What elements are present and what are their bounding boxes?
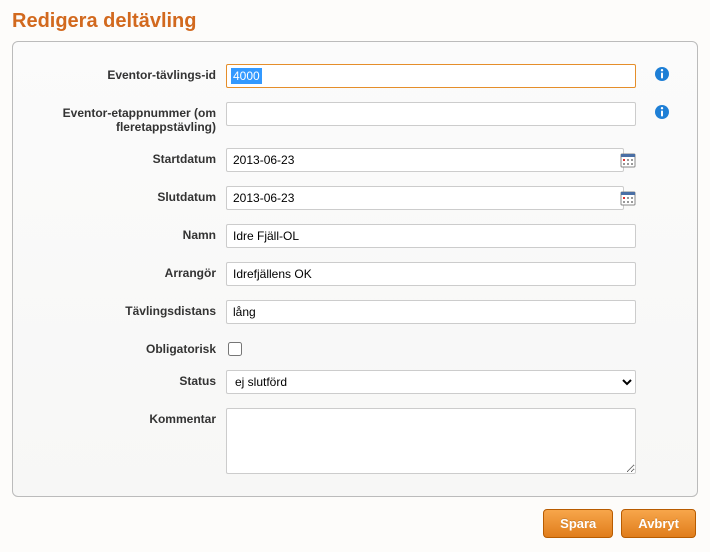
input-end-date[interactable]: [226, 186, 624, 210]
input-start-date[interactable]: [226, 148, 624, 172]
info-icon[interactable]: [654, 66, 670, 82]
calendar-icon[interactable]: [620, 152, 636, 168]
form-panel: Eventor-tävlings-id 4000 Eventor-etappnu…: [12, 41, 698, 497]
calendar-icon[interactable]: [620, 190, 636, 206]
label-eventor-id: Eventor-tävlings-id: [31, 64, 226, 82]
select-status[interactable]: ej slutförd: [226, 370, 636, 394]
label-status: Status: [31, 370, 226, 388]
info-icon[interactable]: [654, 104, 670, 120]
label-end-date: Slutdatum: [31, 186, 226, 204]
label-start-date: Startdatum: [31, 148, 226, 166]
label-distance: Tävlingsdistans: [31, 300, 226, 318]
input-organiser[interactable]: [226, 262, 636, 286]
label-organiser: Arrangör: [31, 262, 226, 280]
input-distance[interactable]: [226, 300, 636, 324]
input-eventor-id-selection: 4000: [231, 68, 262, 84]
cancel-button[interactable]: Avbryt: [621, 509, 696, 538]
label-mandatory: Obligatorisk: [31, 338, 226, 356]
label-stage-no: Eventor-etappnummer (om fleretappstävlin…: [31, 102, 226, 134]
page-title: Redigera deltävling: [12, 10, 698, 33]
textarea-comment[interactable]: [226, 408, 636, 474]
input-eventor-id[interactable]: 4000: [226, 64, 636, 88]
input-name[interactable]: [226, 224, 636, 248]
label-name: Namn: [31, 224, 226, 242]
input-stage-no[interactable]: [226, 102, 636, 126]
checkbox-mandatory[interactable]: [228, 342, 242, 356]
save-button[interactable]: Spara: [543, 509, 613, 538]
action-bar: Spara Avbryt: [12, 509, 698, 538]
label-comment: Kommentar: [31, 408, 226, 426]
